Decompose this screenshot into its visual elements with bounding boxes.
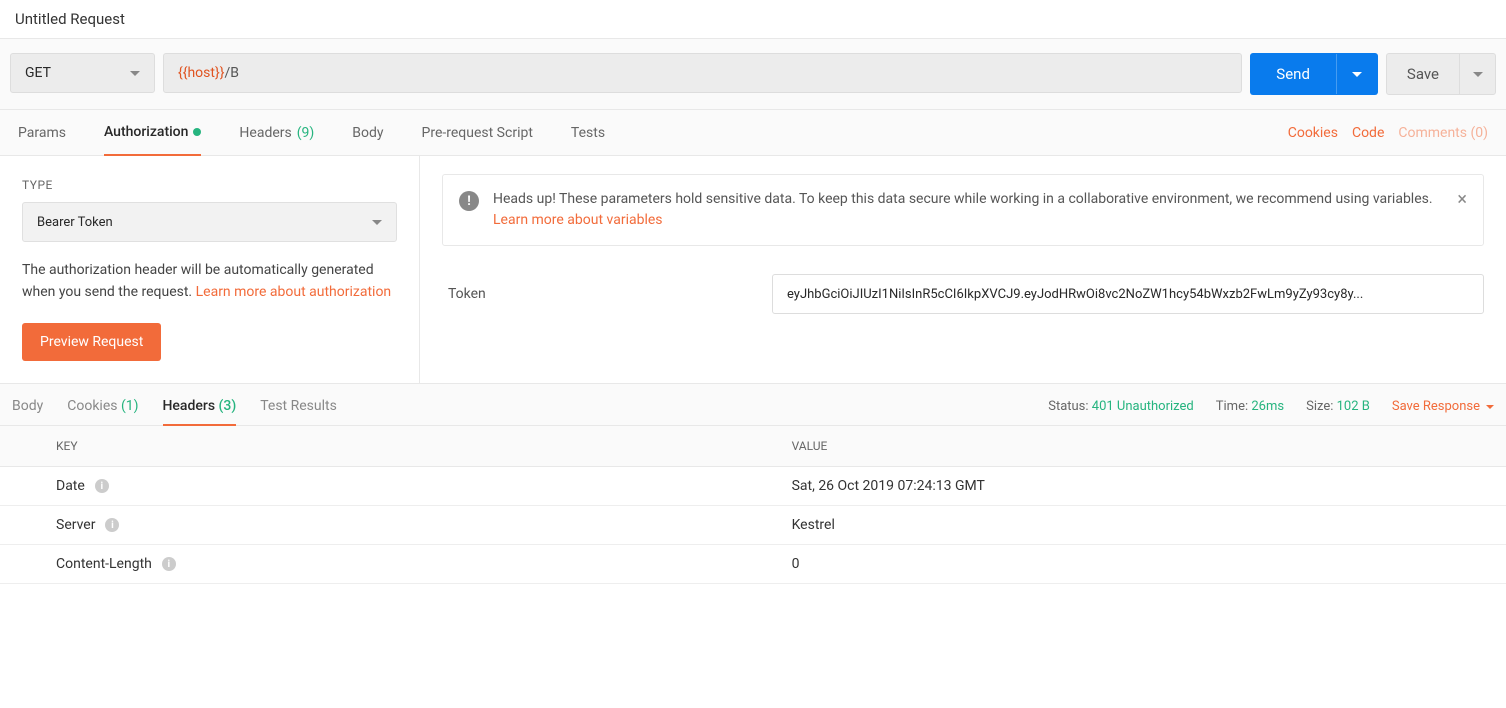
preview-request-button[interactable]: Preview Request <box>22 323 161 361</box>
url-row: GET {{host}}/B Send Save <box>0 39 1506 110</box>
token-input[interactable]: eyJhbGciOiJIUzI1NiIsInR5cCI6IkpXVCJ9.eyJ… <box>772 274 1484 314</box>
resp-tab-headers[interactable]: Headers (3) <box>163 398 237 426</box>
request-tabs: Params Authorization Headers (9) Body Pr… <box>0 110 1506 156</box>
auth-learn-more-link[interactable]: Learn more about authorization <box>196 284 392 300</box>
save-button[interactable]: Save <box>1387 54 1459 94</box>
auth-type-select[interactable]: Bearer Token <box>22 202 397 242</box>
resp-tab-cookies-count: (1) <box>121 398 139 414</box>
alert-close-button[interactable]: × <box>1457 189 1467 210</box>
table-header-row: KEY VALUE <box>0 426 1506 467</box>
title-bar: Untitled Request <box>0 0 1506 39</box>
key-column-header: KEY <box>0 426 776 466</box>
chevron-down-icon <box>130 71 140 76</box>
header-value-cell: Sat, 26 Oct 2019 07:24:13 GMT <box>776 467 1506 505</box>
resp-tab-body[interactable]: Body <box>12 398 43 415</box>
method-value: GET <box>25 65 51 81</box>
tab-body[interactable]: Body <box>352 111 383 155</box>
tab-headers[interactable]: Headers (9) <box>239 111 314 155</box>
auth-type-label: TYPE <box>22 178 397 192</box>
auth-description: The authorization header will be automat… <box>22 260 397 303</box>
resp-tab-cookies[interactable]: Cookies (1) <box>67 398 138 415</box>
tab-prerequest[interactable]: Pre-request Script <box>422 111 533 155</box>
modified-indicator-icon <box>193 128 201 136</box>
alert-message: Heads up! These parameters hold sensitiv… <box>493 191 1433 207</box>
code-link[interactable]: Code <box>1352 125 1384 141</box>
alert-text: Heads up! These parameters hold sensitiv… <box>493 189 1445 231</box>
tab-params[interactable]: Params <box>18 111 66 155</box>
info-icon: i <box>162 557 176 571</box>
time-meta: Time: 26ms <box>1216 399 1284 414</box>
header-key-cell: Server i <box>0 506 776 544</box>
response-tabs: Body Cookies (1) Headers (3) Test Result… <box>12 398 337 415</box>
sensitive-data-alert: ! Heads up! These parameters hold sensit… <box>442 174 1484 246</box>
table-body: Date iSat, 26 Oct 2019 07:24:13 GMTServe… <box>0 467 1506 584</box>
header-key-cell: Content-Length i <box>0 545 776 583</box>
request-links: Cookies Code Comments (0) <box>1288 125 1488 141</box>
table-row: Server iKestrel <box>0 506 1506 545</box>
comments-link[interactable]: Comments (0) <box>1398 125 1488 141</box>
response-headers-table: KEY VALUE Date iSat, 26 Oct 2019 07:24:1… <box>0 426 1506 584</box>
response-meta: Status: 401 Unauthorized Time: 26ms Size… <box>1048 399 1494 414</box>
authorization-panel: TYPE Bearer Token The authorization head… <box>0 156 1506 384</box>
info-icon: i <box>105 518 119 532</box>
alert-learn-more-link[interactable]: Learn more about variables <box>493 212 663 228</box>
header-value-cell: 0 <box>776 545 1506 583</box>
time-value: 26ms <box>1251 399 1284 414</box>
chevron-down-icon <box>1486 405 1494 409</box>
chevron-down-icon <box>372 220 382 225</box>
send-button-group: Send <box>1250 53 1378 95</box>
send-options-button[interactable] <box>1336 54 1378 94</box>
status-meta: Status: 401 Unauthorized <box>1048 399 1194 414</box>
save-response-button[interactable]: Save Response <box>1392 399 1494 414</box>
url-variable: {{host}} <box>178 65 224 81</box>
header-key-cell: Date i <box>0 467 776 505</box>
response-bar: Body Cookies (1) Headers (3) Test Result… <box>0 384 1506 426</box>
cookies-link[interactable]: Cookies <box>1288 125 1338 141</box>
send-button[interactable]: Send <box>1250 54 1336 94</box>
info-icon: i <box>95 479 109 493</box>
tab-authorization-label: Authorization <box>104 124 188 140</box>
url-input[interactable]: {{host}}/B <box>163 53 1242 93</box>
resp-tab-headers-count: (3) <box>219 398 237 414</box>
auth-type-value: Bearer Token <box>37 215 113 230</box>
method-select[interactable]: GET <box>10 53 155 93</box>
header-value-cell: Kestrel <box>776 506 1506 544</box>
chevron-down-icon <box>1352 72 1362 77</box>
url-path: /B <box>224 65 239 81</box>
size-meta: Size: 102 B <box>1306 399 1370 414</box>
tab-tests[interactable]: Tests <box>571 111 605 155</box>
table-row: Date iSat, 26 Oct 2019 07:24:13 GMT <box>0 467 1506 506</box>
save-response-label: Save Response <box>1392 399 1480 414</box>
chevron-down-icon <box>1473 72 1483 77</box>
resp-tab-test-results[interactable]: Test Results <box>260 398 337 415</box>
resp-tab-headers-label: Headers <box>163 398 216 414</box>
save-options-button[interactable] <box>1459 54 1495 94</box>
tab-authorization[interactable]: Authorization <box>104 110 201 156</box>
table-row: Content-Length i0 <box>0 545 1506 584</box>
auth-left-column: TYPE Bearer Token The authorization head… <box>0 156 420 383</box>
request-title: Untitled Request <box>15 10 125 28</box>
token-label: Token <box>448 286 748 302</box>
tab-headers-count: (9) <box>297 125 315 141</box>
alert-info-icon: ! <box>459 191 479 211</box>
save-button-group: Save <box>1386 53 1496 95</box>
status-value: 401 Unauthorized <box>1092 399 1194 414</box>
auth-right-column: ! Heads up! These parameters hold sensit… <box>420 156 1506 383</box>
size-value: 102 B <box>1337 399 1370 414</box>
token-row: Token eyJhbGciOiJIUzI1NiIsInR5cCI6IkpXVC… <box>442 274 1484 314</box>
value-column-header: VALUE <box>776 426 1506 466</box>
resp-tab-cookies-label: Cookies <box>67 398 117 414</box>
tab-headers-label: Headers <box>239 125 291 141</box>
